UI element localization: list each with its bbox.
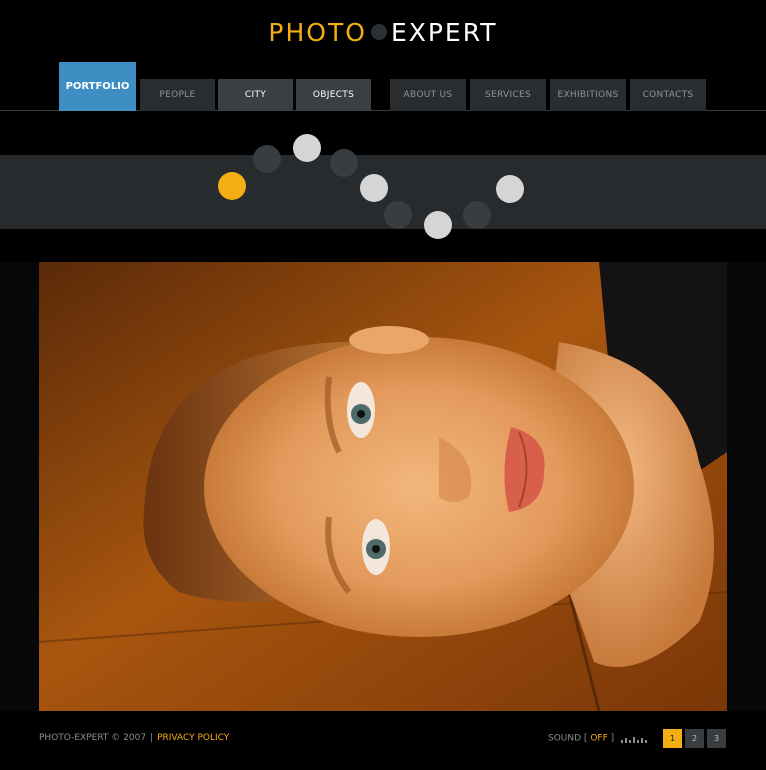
footer-separator: | [150,733,154,743]
page-button-1[interactable]: 1 [663,729,682,748]
nav-item-about-us[interactable]: ABOUT US [390,79,466,111]
nav-item-people[interactable]: PEOPLE [140,79,215,111]
logo-dot-icon [370,24,387,40]
nav-item-city[interactable]: CITY [218,79,293,111]
gallery-dot[interactable] [424,211,452,239]
nav-tab-portfolio[interactable]: PORTFOLIO [59,62,136,111]
gallery-dot[interactable] [384,201,412,229]
footer-copyright: PHOTO-EXPERT © 2007 | PRIVACY POLICY [39,733,229,743]
logo-text-expert: EXPERT [390,18,498,47]
portrait-image [39,262,727,711]
gallery-dot[interactable] [463,201,491,229]
gallery-dot[interactable] [253,145,281,173]
gallery-dot[interactable] [360,174,388,202]
page-button-2[interactable]: 2 [685,729,704,748]
privacy-policy-link[interactable]: PRIVACY POLICY [157,733,229,743]
sound-bracket-open: [ [583,733,588,744]
site-logo[interactable]: PHOTO EXPERT [0,19,766,47]
nav-item-contacts[interactable]: CONTACTS [630,79,706,111]
gallery-dot[interactable] [293,134,321,162]
sound-toggle[interactable]: OFF [590,734,607,744]
sound-bracket-close: ] [610,733,615,744]
gallery-dot-active[interactable] [218,172,246,200]
gallery-dot[interactable] [330,149,358,177]
sound-label: SOUND [548,733,582,744]
page-button-3[interactable]: 3 [707,729,726,748]
equalizer-icon [621,737,648,743]
logo-text-photo: PHOTO [268,18,367,47]
nav-item-objects[interactable]: OBJECTS [296,79,371,111]
gallery-dot[interactable] [496,175,524,203]
portfolio-photo[interactable] [39,262,727,711]
copyright-text: PHOTO-EXPERT © 2007 [39,733,147,743]
nav-item-exhibitions[interactable]: EXHIBITIONS [550,79,626,111]
sound-control: SOUND [ OFF ] [548,733,648,744]
nav-item-services[interactable]: SERVICES [470,79,546,111]
